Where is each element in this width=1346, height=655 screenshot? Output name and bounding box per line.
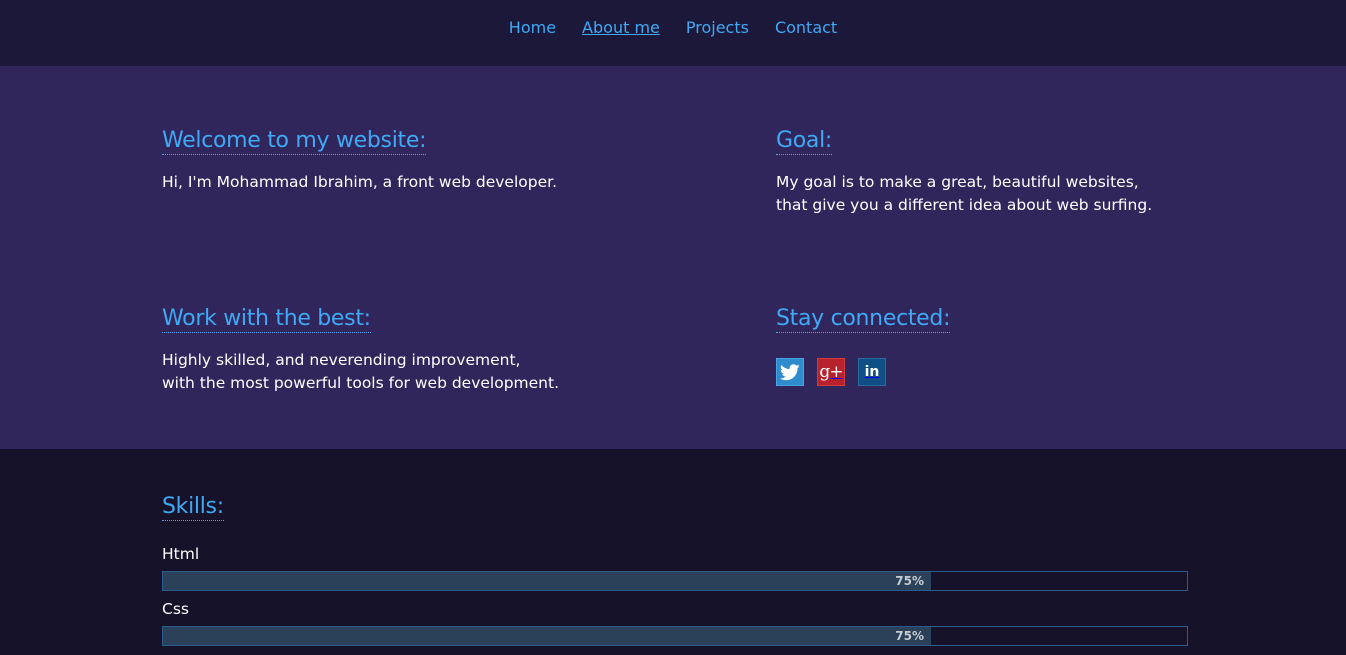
goal-text: My goal is to make a great, beautiful we… xyxy=(776,171,1296,217)
work-heading: Work with the best: xyxy=(162,306,371,333)
skill-bar-css-fill: 75% xyxy=(163,627,931,645)
goal-block: Goal: My goal is to make a great, beauti… xyxy=(776,128,1296,217)
linkedin-glyph: in xyxy=(864,364,880,380)
goal-text-line-2: that give you a different idea about web… xyxy=(776,196,1153,214)
goal-heading: Goal: xyxy=(776,128,833,155)
nav-contact-link[interactable]: Contact xyxy=(775,18,837,37)
skill-name-html: Html xyxy=(162,545,200,563)
welcome-block: Welcome to my website: Hi, I'm Mohammad … xyxy=(162,128,682,194)
work-text-line-2: with the most powerful tools for web dev… xyxy=(162,374,560,392)
twitter-bird-glyph xyxy=(780,363,800,380)
top-navigation: Home About me Projects Contact xyxy=(0,0,1346,66)
skill-name-css: Css xyxy=(162,600,189,618)
social-links: g+ in xyxy=(776,358,1296,386)
welcome-heading: Welcome to my website: xyxy=(162,128,427,155)
work-block: Work with the best: Highly skilled, and … xyxy=(162,306,682,395)
skill-bar-css: 75% xyxy=(162,626,1188,646)
connect-heading: Stay connected: xyxy=(776,306,951,333)
work-text: Highly skilled, and neverending improvem… xyxy=(162,349,682,395)
twitter-icon[interactable] xyxy=(776,358,804,386)
skills-section: Skills: Html 75% Css 75% xyxy=(0,449,1346,655)
connect-block: Stay connected: g+ in xyxy=(776,306,1296,386)
google-plus-icon[interactable]: g+ xyxy=(817,358,845,386)
work-text-line-1: Highly skilled, and neverending improvem… xyxy=(162,351,521,369)
nav-about-link[interactable]: About me xyxy=(582,18,660,37)
about-section: Welcome to my website: Hi, I'm Mohammad … xyxy=(0,66,1346,449)
google-plus-glyph: g+ xyxy=(819,362,843,382)
goal-text-line-1: My goal is to make a great, beautiful we… xyxy=(776,173,1139,191)
skill-bar-html: 75% xyxy=(162,571,1188,591)
skill-bar-html-percent: 75% xyxy=(895,574,924,588)
skill-bar-html-fill: 75% xyxy=(163,572,931,590)
nav-list: Home About me Projects Contact xyxy=(496,0,850,37)
skill-bar-css-percent: 75% xyxy=(895,629,924,643)
skills-heading: Skills: xyxy=(162,494,224,521)
welcome-text: Hi, I'm Mohammad Ibrahim, a front web de… xyxy=(162,173,558,191)
nav-home-link[interactable]: Home xyxy=(509,18,556,37)
nav-projects-link[interactable]: Projects xyxy=(686,18,749,37)
linkedin-icon[interactable]: in xyxy=(858,358,886,386)
